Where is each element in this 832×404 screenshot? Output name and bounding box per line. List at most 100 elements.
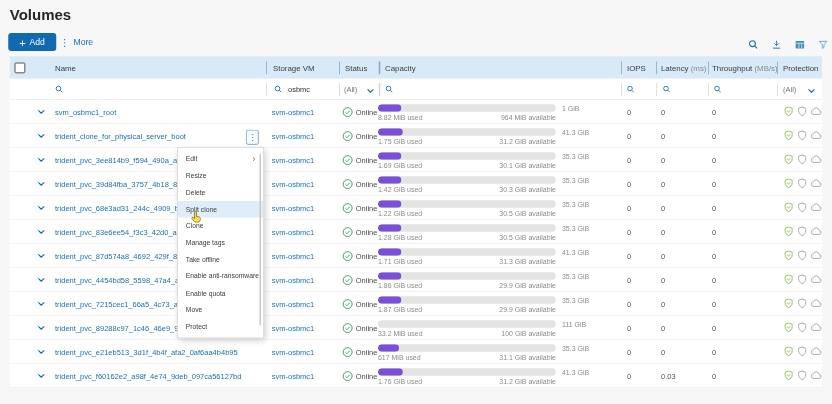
row-expand-chevron-icon[interactable] — [37, 348, 46, 357]
capacity-bar — [378, 105, 556, 112]
column-header-protection[interactable]: Protection — [783, 63, 818, 72]
name-filter-search-icon[interactable] — [55, 85, 64, 94]
status-filter-chevron-icon[interactable] — [366, 86, 375, 95]
throughput-filter-search-icon[interactable] — [713, 85, 722, 94]
throughput-value: 0 — [712, 324, 716, 332]
volume-name-link[interactable]: svm_osbmc1_root — [55, 108, 116, 116]
status-online-icon — [342, 131, 353, 142]
protection-icons — [783, 274, 822, 285]
storage-vm-link[interactable]: svm-osbmc1 — [272, 324, 315, 332]
menu-item-edit[interactable]: Edit› — [178, 151, 264, 168]
menu-item-manage-tags[interactable]: Manage tags — [178, 234, 264, 251]
row-expand-chevron-icon[interactable] — [37, 108, 46, 117]
menu-item-resize[interactable]: Resize — [178, 167, 264, 184]
search-icon[interactable] — [748, 39, 759, 50]
table-row: trident_pvc_39d84fba_3757_4b18_8210 svm-o… — [10, 172, 822, 196]
column-header-name[interactable]: Name — [55, 63, 76, 72]
row-expand-chevron-icon[interactable] — [37, 156, 46, 165]
capacity-total: 111 GiB — [562, 321, 586, 329]
table-header: Name Storage VM Status Capacity IOPS Lat… — [10, 56, 822, 79]
filter-icon[interactable] — [818, 39, 829, 50]
select-all-checkbox[interactable] — [14, 62, 25, 73]
volume-name-link[interactable]: trident_pvc_e21eb513_3d1f_4b4f_afa2_0af6… — [55, 348, 238, 356]
row-expand-chevron-icon[interactable] — [37, 228, 46, 237]
storage-vm-filter-search-icon[interactable] — [274, 85, 283, 94]
menu-item-delete[interactable]: Delete — [178, 184, 264, 201]
menu-item-take-offline[interactable]: Take offline — [178, 251, 264, 268]
iops-value: 0 — [627, 276, 631, 284]
shield-icon — [797, 130, 808, 141]
shield-icon — [797, 202, 808, 213]
volume-name-link[interactable]: trident_pvc_89288c97_1c46_46e9_9667 — [55, 324, 191, 332]
latency-filter-search-icon[interactable] — [662, 85, 671, 94]
status-label: Online — [356, 252, 378, 260]
column-header-storage-vm[interactable]: Storage VM — [273, 63, 315, 72]
table-row: trident_pvc_3ee814b9_f594_490a_a245_ svm-… — [10, 148, 822, 172]
capacity-available: 31.2 GiB available — [378, 138, 556, 146]
menu-scrollbar[interactable] — [259, 154, 261, 326]
storage-vm-link[interactable]: svm-osbmc1 — [272, 252, 315, 260]
storage-vm-link[interactable]: svm-osbmc1 — [272, 180, 315, 188]
row-expand-chevron-icon[interactable] — [37, 300, 46, 309]
table-row: trident_pvc_87d574a8_4692_429f_82b6 svm-o… — [10, 244, 822, 268]
capacity-total: 35.3 GiB — [562, 297, 589, 305]
cloud-icon — [810, 346, 821, 357]
row-expand-chevron-icon[interactable] — [37, 252, 46, 261]
table-row: svm_osbmc1_rootsvm-osbmc1Online1 GiB8.82… — [10, 100, 822, 124]
column-header-capacity[interactable]: Capacity — [385, 63, 416, 72]
protection-filter-dropdown[interactable]: (All) — [783, 86, 796, 94]
menu-item-protect[interactable]: Protect — [178, 318, 264, 335]
volume-name-link[interactable]: trident_pvc_39d84fba_3757_4b18_8210 — [55, 180, 190, 188]
row-context-menu: Edit›ResizeDeleteSplit cloneCloneManage … — [177, 147, 264, 338]
storage-vm-link[interactable]: svm-osbmc1 — [272, 348, 315, 356]
submenu-arrow-icon: › — [252, 155, 255, 164]
row-expand-chevron-icon[interactable] — [37, 132, 46, 141]
storage-vm-link[interactable]: svm-osbmc1 — [272, 204, 315, 212]
row-expand-chevron-icon[interactable] — [37, 180, 46, 189]
protection-filter-chevron-icon[interactable] — [807, 86, 816, 95]
storage-vm-link[interactable]: svm-osbmc1 — [272, 228, 315, 236]
column-header-iops[interactable]: IOPS — [627, 63, 646, 72]
volume-name-link[interactable]: trident_pvc_7215cec1_66a5_4c73_a93c_ — [55, 300, 194, 308]
volume-name-link[interactable]: trident_pvc_3ee814b9_f594_490a_a245_ — [55, 156, 194, 164]
storage-vm-link[interactable]: svm-osbmc1 — [272, 372, 315, 380]
volume-name-link[interactable]: trident_pvc_83e6ee54_f3c3_42d0_a392_ — [55, 228, 193, 236]
row-expand-chevron-icon[interactable] — [37, 324, 46, 333]
capacity-bar — [378, 225, 556, 232]
volume-name-link[interactable]: trident_pvc_4454bd58_5598_47a4_ad6a — [55, 276, 192, 284]
iops-filter-search-icon[interactable] — [626, 85, 635, 94]
status-online-icon — [342, 155, 353, 166]
column-header-latency[interactable]: Latency (ms) — [661, 63, 707, 72]
volume-name-link[interactable]: trident_pvc_87d574a8_4692_429f_82b6 — [55, 252, 190, 260]
column-header-status[interactable]: Status — [345, 63, 367, 72]
storage-vm-link[interactable]: svm-osbmc1 — [272, 132, 315, 140]
storage-vm-filter-input[interactable]: osbmc — [288, 86, 310, 94]
status-filter-dropdown[interactable]: (All) — [344, 86, 357, 94]
row-actions-kebab-button[interactable]: ⋮ — [246, 130, 259, 145]
volume-name-link[interactable]: trident_pvc_f60162e2_a98f_4e74_9deb_097c… — [55, 372, 241, 380]
capacity-filter-search-icon[interactable] — [385, 85, 394, 94]
cloud-icon — [810, 178, 821, 189]
storage-vm-link[interactable]: svm-osbmc1 — [272, 276, 315, 284]
iops-value: 0 — [627, 372, 631, 380]
storage-vm-link[interactable]: svm-osbmc1 — [272, 108, 315, 116]
add-button[interactable]: +Add — [8, 33, 56, 51]
column-header-throughput[interactable]: Throughput (MB/s) — [712, 63, 778, 72]
row-expand-chevron-icon[interactable] — [37, 204, 46, 213]
row-expand-chevron-icon[interactable] — [37, 372, 46, 381]
shield-check-icon — [783, 178, 794, 189]
storage-vm-link[interactable]: svm-osbmc1 — [272, 156, 315, 164]
status-online-icon — [342, 323, 353, 334]
row-expand-chevron-icon[interactable] — [37, 276, 46, 285]
menu-item-move[interactable]: Move — [178, 301, 264, 318]
capacity-available: 31.1 GiB available — [378, 354, 556, 362]
more-button[interactable]: ⋮More — [60, 33, 93, 51]
download-icon[interactable] — [771, 39, 782, 50]
volume-name-link[interactable]: trident_pvc_68e3ad31_244c_4909_b0f1_ — [55, 204, 193, 212]
menu-item-enable-anti-ransomware[interactable]: Enable anti-ransomware — [178, 268, 264, 285]
latency-value: 0 — [661, 228, 665, 236]
menu-item-enable-quota[interactable]: Enable quota — [178, 285, 264, 302]
column-settings-icon[interactable] — [794, 39, 805, 50]
volume-name-link[interactable]: trident_clone_for_physical_server_boot — [55, 132, 186, 140]
storage-vm-link[interactable]: svm-osbmc1 — [272, 300, 315, 308]
